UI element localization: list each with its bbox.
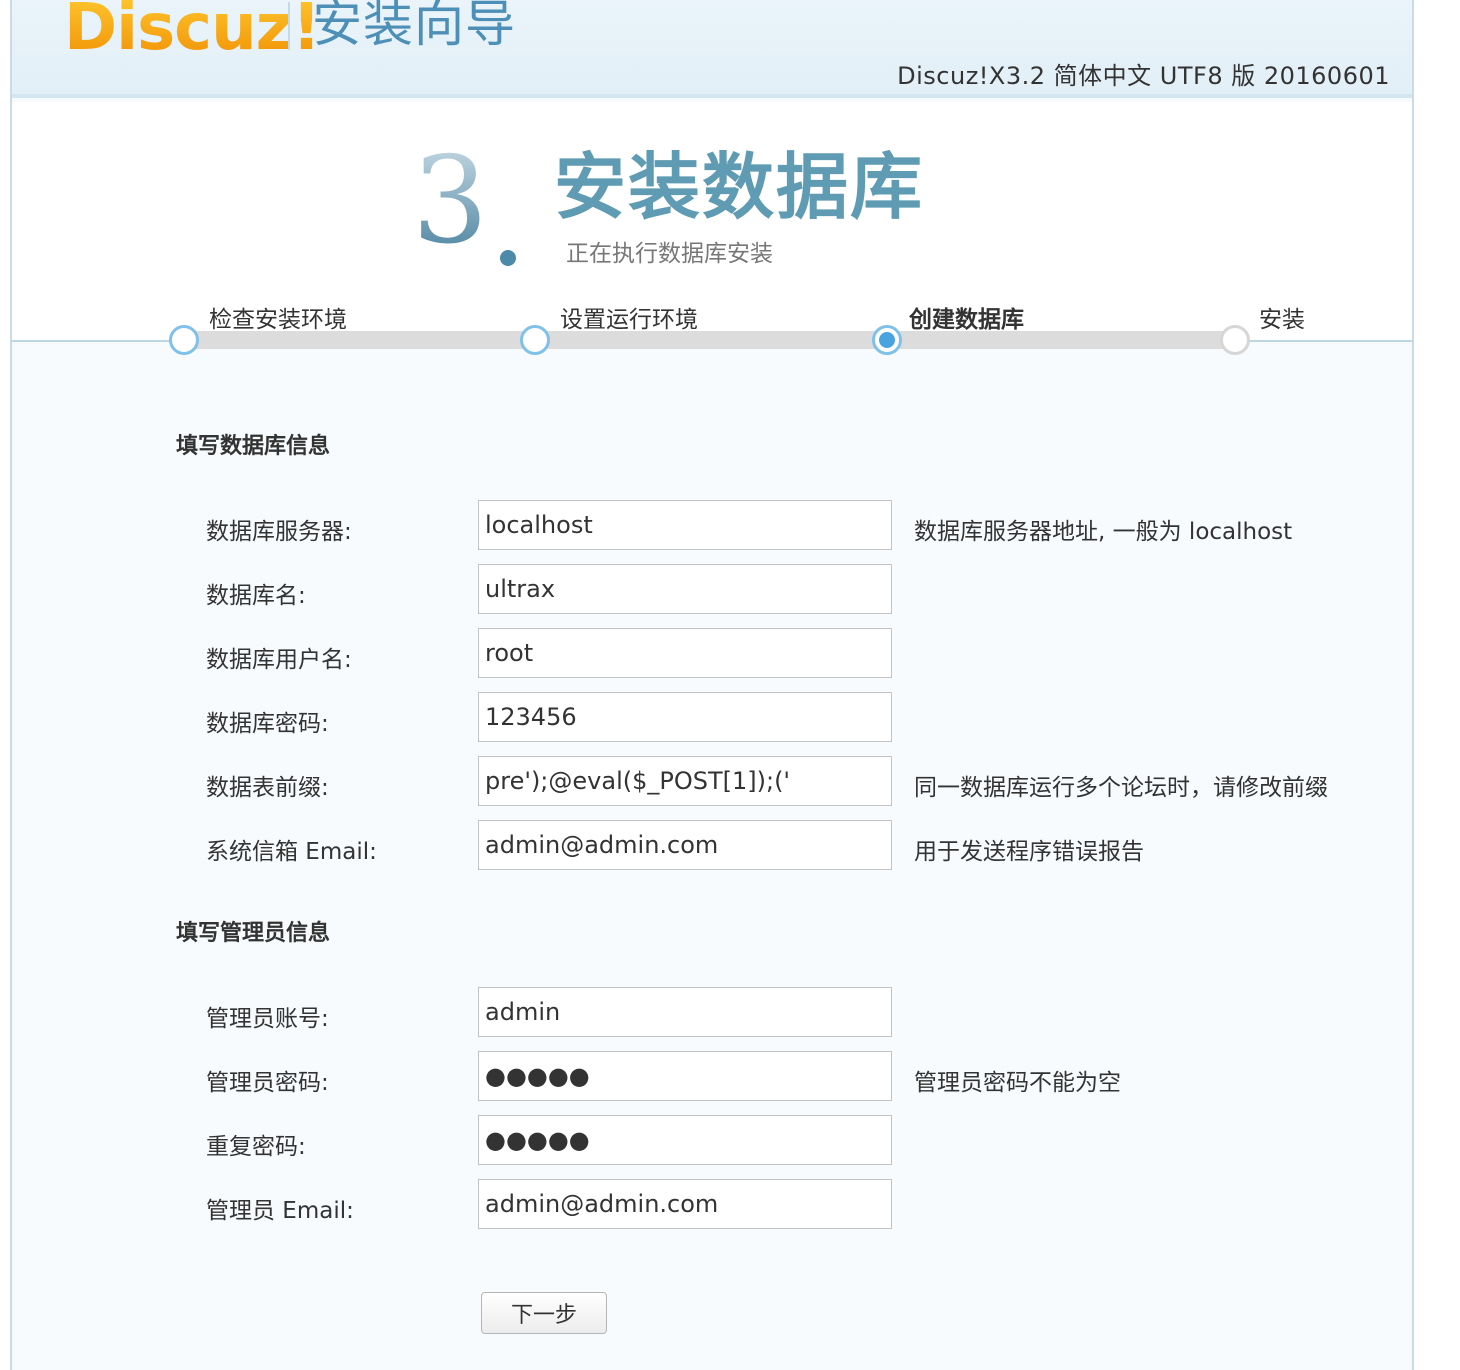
step-number: 3 — [412, 132, 489, 271]
wizard-title: 安装向导 — [312, 0, 516, 53]
db-server-input[interactable] — [478, 500, 892, 550]
db-server-label: 数据库服务器: — [206, 519, 352, 545]
repeat-password-input[interactable] — [478, 1115, 892, 1165]
step-node-3 — [872, 325, 902, 355]
next-step-button[interactable]: 下一步 — [481, 1292, 607, 1334]
step-node-2 — [520, 325, 550, 355]
db-name-input[interactable] — [478, 564, 892, 614]
step-label-create-db: 创建数据库 — [909, 307, 1024, 333]
step-subtitle: 正在执行数据库安装 — [566, 241, 773, 267]
admin-account-input[interactable] — [478, 987, 892, 1037]
db-password-input[interactable] — [478, 692, 892, 742]
step-title: 安装数据库 — [554, 145, 925, 229]
admin-password-label: 管理员密码: — [206, 1070, 329, 1096]
system-email-input[interactable] — [478, 820, 892, 870]
table-prefix-label: 数据表前缀: — [206, 775, 329, 801]
admin-section-title: 填写管理员信息 — [176, 921, 331, 946]
db-server-hint: 数据库服务器地址, 一般为 localhost — [914, 519, 1293, 545]
step-number-dot — [500, 250, 516, 266]
step-node-4 — [1220, 325, 1250, 355]
system-email-label: 系统信箱 Email: — [206, 839, 377, 865]
admin-account-label: 管理员账号: — [206, 1006, 329, 1032]
admin-email-input[interactable] — [478, 1179, 892, 1229]
step-node-1 — [169, 325, 199, 355]
db-user-input[interactable] — [478, 628, 892, 678]
table-prefix-input[interactable] — [478, 756, 892, 806]
db-password-label: 数据库密码: — [206, 711, 329, 737]
step-label-check-env: 检查安装环境 — [209, 307, 347, 333]
repeat-password-label: 重复密码: — [206, 1134, 306, 1160]
version-text: Discuz!X3.2 简体中文 UTF8 版 20160601 — [897, 62, 1390, 90]
discuz-logo: Discuz! — [64, 0, 321, 68]
step-label-install: 安装 — [1259, 307, 1305, 333]
step-label-set-env: 设置运行环境 — [560, 307, 698, 333]
db-user-label: 数据库用户名: — [206, 647, 352, 673]
admin-email-label: 管理员 Email: — [206, 1198, 354, 1224]
table-prefix-hint: 同一数据库运行多个论坛时，请修改前缀 — [914, 775, 1328, 801]
logo-divider — [288, 2, 290, 50]
db-name-label: 数据库名: — [206, 583, 306, 609]
admin-password-input[interactable] — [478, 1051, 892, 1101]
admin-password-hint: 管理员密码不能为空 — [914, 1070, 1121, 1096]
db-section-title: 填写数据库信息 — [176, 434, 331, 459]
installer-frame: Discuz! 安装向导 Discuz!X3.2 简体中文 UTF8 版 201… — [10, 0, 1414, 1370]
system-email-hint: 用于发送程序错误报告 — [914, 839, 1144, 865]
header: Discuz! 安装向导 Discuz!X3.2 简体中文 UTF8 版 201… — [12, 0, 1412, 98]
